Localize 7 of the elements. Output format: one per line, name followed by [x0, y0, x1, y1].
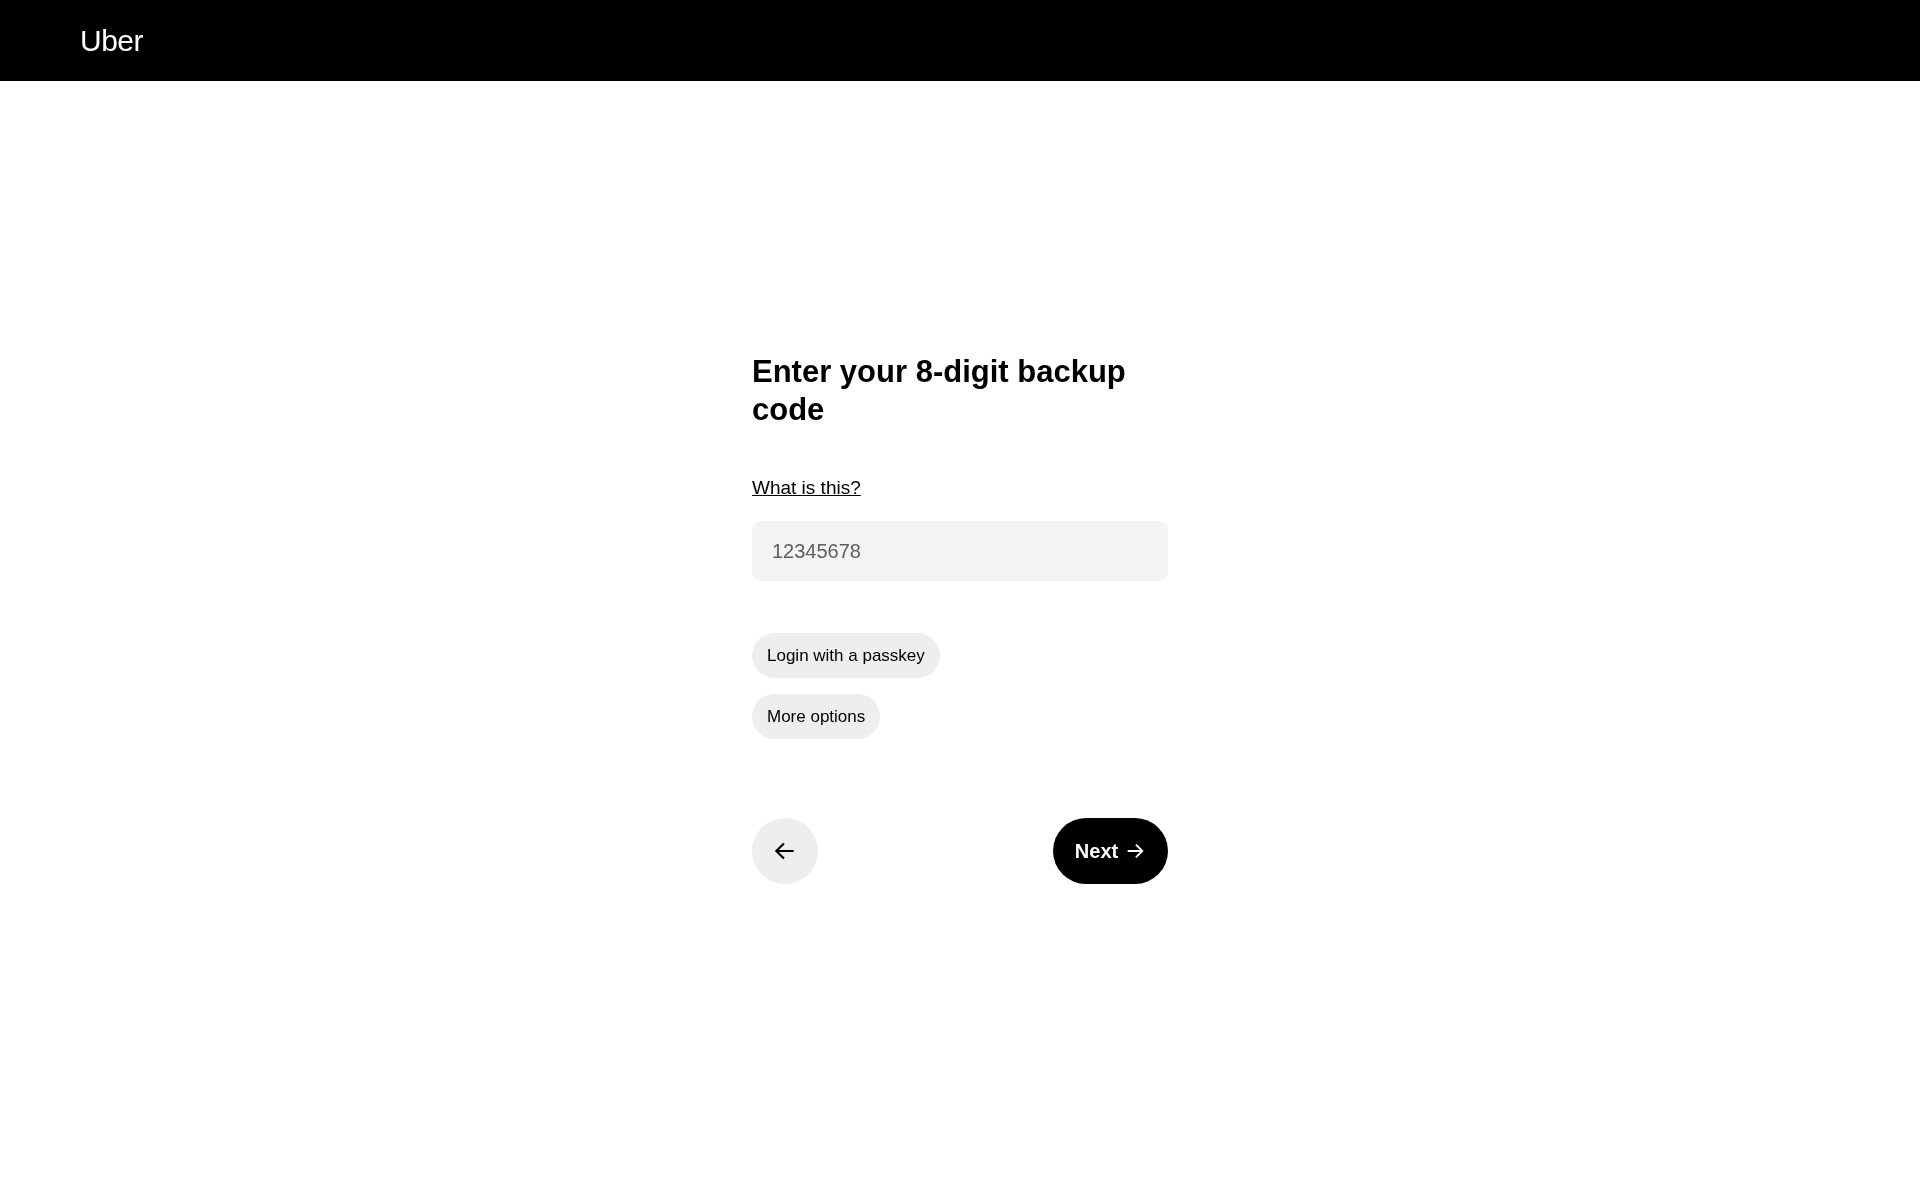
heading: Enter your 8-digit backup code [752, 353, 1127, 429]
option-button[interactable]: Login with a passkey [752, 633, 940, 678]
option-button[interactable]: More options [752, 694, 881, 739]
code-input-field[interactable]: 12345678 [752, 521, 1168, 581]
next-button[interactable]: Next [1053, 818, 1168, 884]
logo[interactable]: Uber [80, 23, 144, 58]
help-link[interactable]: What is this? [752, 477, 861, 499]
